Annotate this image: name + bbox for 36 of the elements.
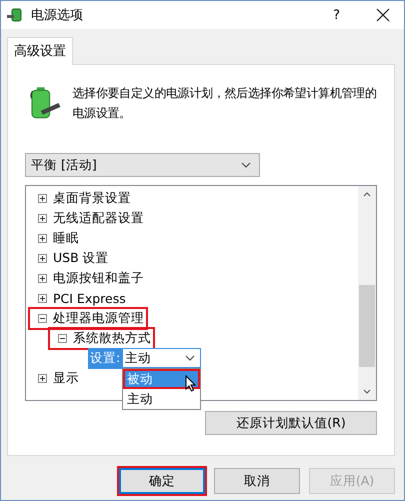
description-text: 选择你要自定义的电源计划，然后选择你希望计算机管理的电源设置。 <box>72 85 377 122</box>
plus-box-icon[interactable] <box>38 254 47 262</box>
mouse-cursor-icon <box>185 375 196 392</box>
tree-item[interactable]: 无线适配器设置 <box>28 206 148 230</box>
tree-item[interactable]: USB 设置 <box>28 246 113 270</box>
plus-box-icon[interactable] <box>38 294 47 302</box>
minus-box-icon[interactable] <box>38 314 47 322</box>
plus-box-icon[interactable] <box>38 234 47 242</box>
tab[interactable]: 高级设置 <box>7 37 73 65</box>
tree-item[interactable]: 睡眠 <box>28 226 83 250</box>
help-button[interactable]: ? <box>333 8 340 22</box>
chevron-down-icon <box>241 162 251 168</box>
minus-box-icon[interactable] <box>58 334 67 342</box>
scroll-up-icon[interactable] <box>363 192 371 197</box>
setting-label: 设置: <box>88 348 122 368</box>
tree-item[interactable]: PCI Express <box>28 288 130 308</box>
scroll-down-icon[interactable] <box>363 389 371 394</box>
setting-dropdown[interactable]: 主动 <box>122 348 202 368</box>
tree-item[interactable]: 处理器电源管理 <box>28 306 148 330</box>
tree-item[interactable]: 桌面背景设置 <box>28 186 135 210</box>
tree-item[interactable]: 电源按钮和盖子 <box>28 266 148 290</box>
battery-icon <box>29 85 62 121</box>
dialog-button[interactable]: 取消 <box>214 468 300 494</box>
restore-defaults-button[interactable]: 还原计划默认值(R) <box>205 411 377 435</box>
plan-dropdown[interactable]: 平衡 [活动] <box>25 153 260 177</box>
chevron-down-icon <box>185 355 196 361</box>
dialog-button[interactable]: 确定 <box>119 468 205 494</box>
plus-box-icon[interactable] <box>38 194 47 202</box>
scrollbar[interactable] <box>358 186 376 400</box>
close-icon[interactable] <box>376 8 390 22</box>
dropdown-option[interactable]: 主动 <box>123 389 200 409</box>
plus-box-icon[interactable] <box>38 274 47 282</box>
plus-box-icon[interactable] <box>38 374 47 382</box>
window-title: 电源选项 <box>31 7 84 24</box>
tree-item[interactable]: 显示 <box>28 366 83 390</box>
plus-box-icon[interactable] <box>38 214 47 222</box>
